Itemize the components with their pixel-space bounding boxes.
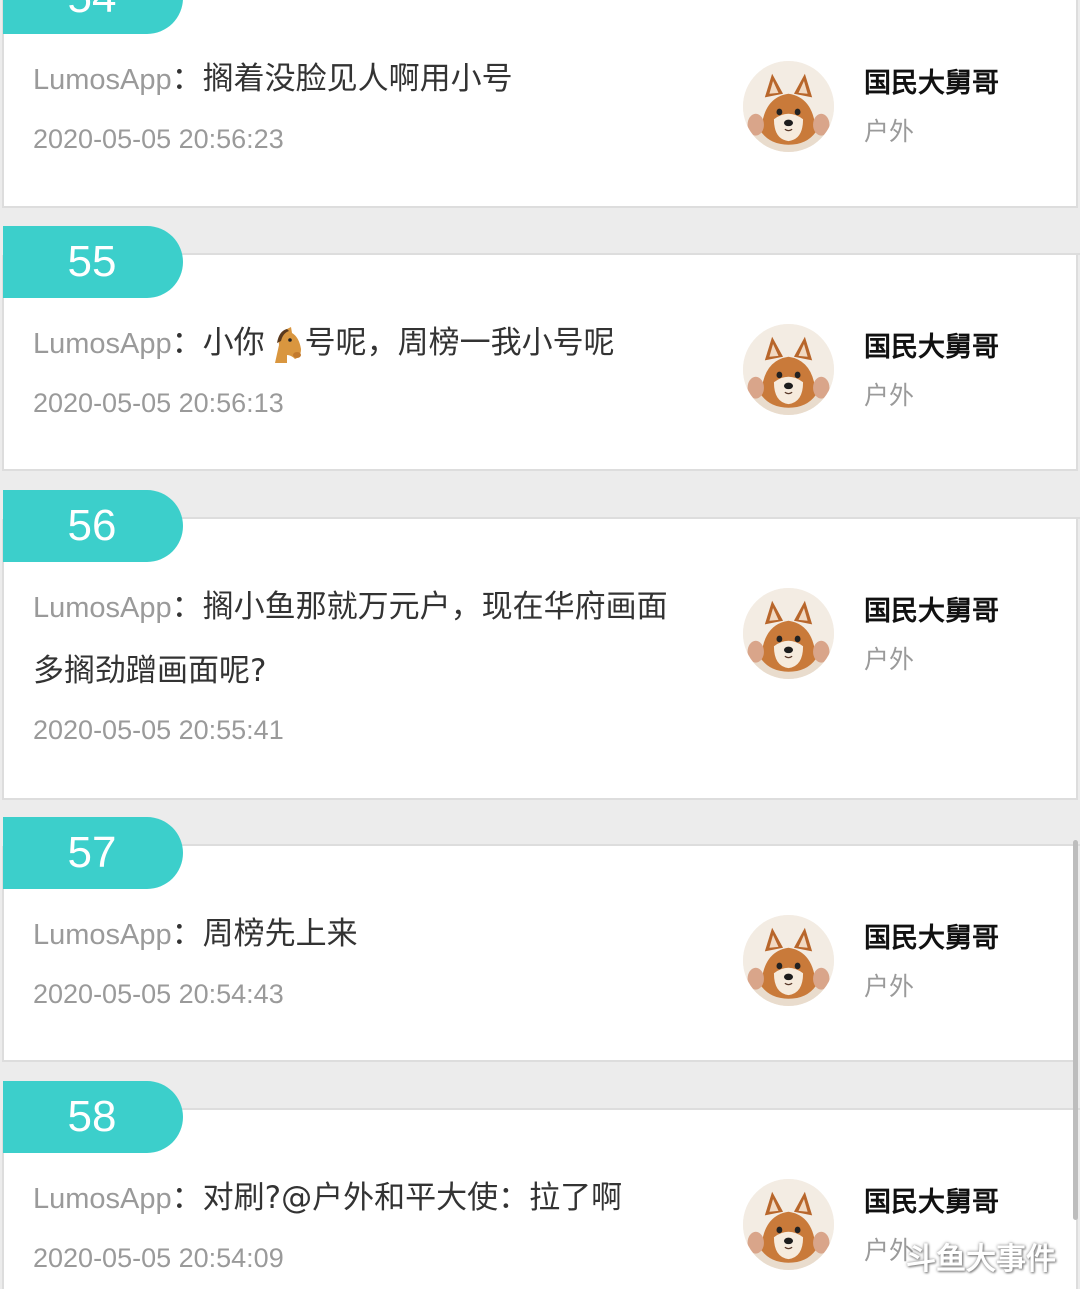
watermark: 斗鱼大事件 (906, 1242, 1056, 1277)
comment-entry: 55 LumosApp：小你 号呢，周榜一我小号呢 2020-05-05 20:5… (0, 226, 1080, 474)
user-category: 户外 (864, 117, 915, 146)
user-category: 户外 (864, 972, 915, 1001)
separator: ： (171, 1180, 203, 1216)
avatar[interactable] (743, 915, 834, 1006)
username[interactable]: 国民大舅哥 (864, 916, 999, 955)
username[interactable]: 国民大舅哥 (864, 589, 999, 628)
username[interactable]: 国民大舅哥 (864, 325, 999, 364)
avatar[interactable] (743, 61, 834, 152)
message: 对刷?@户外和平大使：拉了啊 (202, 1180, 623, 1216)
user-category: 户外 (864, 645, 915, 674)
separator: ： (171, 61, 203, 97)
timestamp: 2020-05-05 20:54:43 (33, 979, 284, 1009)
app-name: LumosApp (33, 1183, 172, 1215)
rank-badge: 54 (3, 0, 183, 34)
separator: ： (171, 325, 203, 361)
message: 搁着没脸见人啊用小号 (202, 61, 513, 97)
timestamp: 2020-05-05 20:56:23 (33, 124, 284, 154)
comment-text: LumosApp：对刷?@户外和平大使：拉了啊 (33, 1167, 693, 1231)
separator: ： (171, 916, 203, 952)
avatar[interactable] (743, 324, 834, 415)
message-part-2: 号呢，周榜一我小号呢 (304, 325, 615, 361)
rank-badge: 57 (3, 817, 183, 889)
app-name: LumosApp (33, 592, 172, 624)
separator: ： (171, 589, 203, 625)
avatar[interactable] (743, 1179, 834, 1270)
message: 周榜先上来 (202, 916, 358, 952)
comment-entry: 54 LumosApp：搁着没脸见人啊用小号 2020-05-05 20:56:… (0, 0, 1080, 210)
message-part-1: 小你 (202, 325, 265, 361)
timestamp: 2020-05-05 20:55:41 (33, 715, 284, 745)
comment-text: LumosApp：搁着没脸见人啊用小号 (33, 48, 693, 112)
comment-entry: 57 LumosApp：周榜先上来 2020-05-05 20:54:43 国民… (0, 817, 1080, 1065)
comment-feed: 54 LumosApp：搁着没脸见人啊用小号 2020-05-05 20:56:… (0, 0, 1080, 1289)
comment-text: LumosApp：小你 号呢，周榜一我小号呢 (33, 312, 693, 376)
rank-badge: 58 (3, 1081, 183, 1153)
timestamp: 2020-05-05 20:56:13 (33, 388, 284, 418)
comment-text: LumosApp：搁小鱼那就万元户，现在华府画面多搁劲蹭画面呢? (33, 576, 673, 703)
username[interactable]: 国民大舅哥 (864, 1180, 999, 1219)
app-name: LumosApp (33, 328, 172, 360)
user-category: 户外 (864, 381, 915, 410)
rank-badge: 56 (3, 490, 183, 562)
scrollbar[interactable] (1073, 840, 1078, 1220)
timestamp: 2020-05-05 20:54:09 (33, 1243, 284, 1273)
horse-face-icon (274, 326, 301, 363)
comment-text: LumosApp：周榜先上来 (33, 903, 693, 967)
app-name: LumosApp (33, 64, 172, 96)
avatar[interactable] (743, 588, 834, 679)
app-name: LumosApp (33, 919, 172, 951)
comment-entry: 56 LumosApp：搁小鱼那就万元户，现在华府画面多搁劲蹭画面呢? 2020… (0, 490, 1080, 802)
rank-badge: 55 (3, 226, 183, 298)
username[interactable]: 国民大舅哥 (864, 61, 999, 100)
